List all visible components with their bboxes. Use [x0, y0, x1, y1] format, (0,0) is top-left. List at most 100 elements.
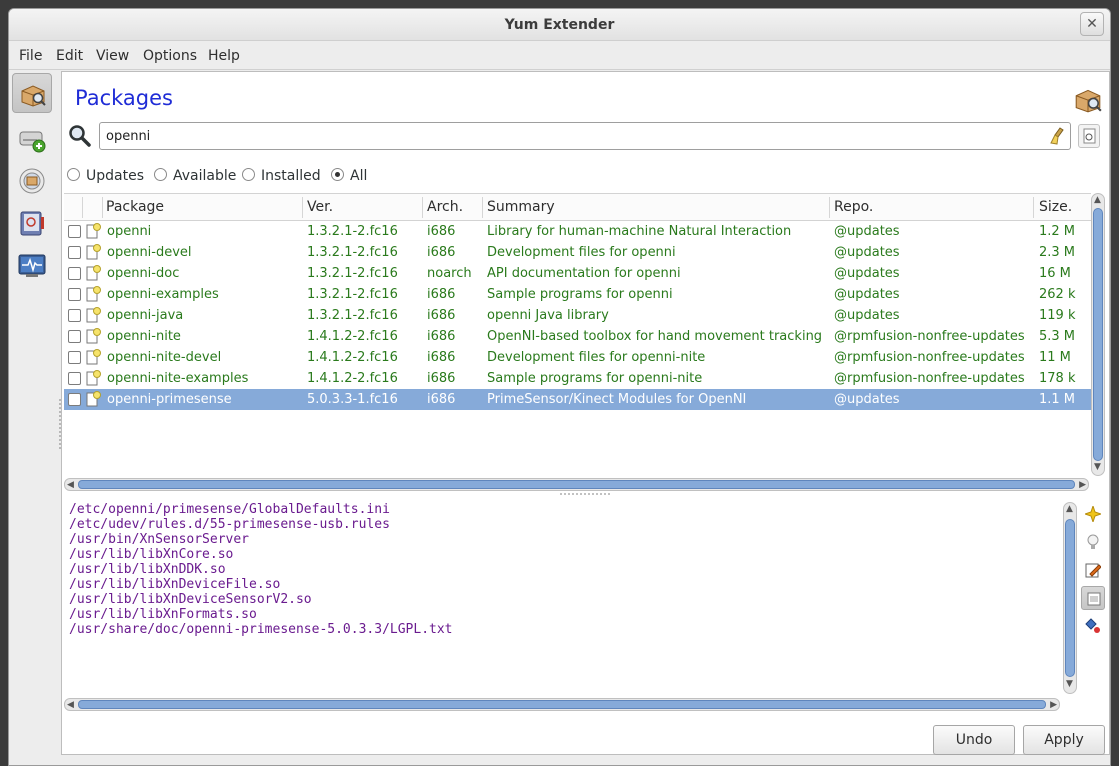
package-table-vscrollbar[interactable]: ▲ ▼ [1091, 193, 1105, 476]
column-repo[interactable]: Repo. [834, 199, 873, 215]
column-size[interactable]: Size. [1039, 199, 1072, 215]
changelog-icon [1085, 563, 1101, 578]
row-checkbox[interactable] [68, 330, 81, 343]
scroll-right-icon[interactable]: ▶ [1079, 480, 1086, 490]
cell-size: 1.2 M [1039, 224, 1076, 239]
menu-view[interactable]: View [96, 48, 129, 64]
scrollbar-thumb[interactable] [78, 700, 1046, 709]
cell-package: openni-devel [107, 245, 192, 260]
column-version[interactable]: Ver. [307, 199, 333, 215]
title-bar[interactable]: Yum Extender ✕ [9, 9, 1110, 41]
cell-summary: Development files for openni-nite [487, 350, 706, 365]
scrollbar-thumb[interactable] [1093, 208, 1103, 461]
table-row[interactable]: openni-nite-examples 1.4.1.2-2.fc16 i686 Sa… [64, 368, 1091, 389]
cell-summary: API documentation for openni [487, 266, 681, 281]
table-row[interactable]: openni-devel 1.3.2.1-2.fc16 i686 Developmen… [64, 242, 1091, 263]
scroll-up-icon[interactable]: ▲ [1094, 195, 1101, 205]
cell-summary: Sample programs for openni [487, 287, 673, 302]
cell-size: 1.1 M [1039, 392, 1076, 407]
search-options-button[interactable] [1078, 124, 1100, 148]
cell-repo: @rpmfusion-nonfree-updates [834, 371, 1025, 386]
table-header: Package Ver. Arch. Summary Repo. Size. [64, 194, 1091, 221]
cell-arch: i686 [427, 329, 456, 344]
undo-button[interactable]: Undo [933, 725, 1015, 755]
file-path: /usr/bin/XnSensorServer [69, 532, 250, 547]
table-row[interactable]: openni 1.3.2.1-2.fc16 i686 Library for huma… [64, 221, 1091, 242]
updateinfo-button[interactable] [1081, 530, 1105, 554]
apply-button[interactable]: Apply [1023, 725, 1105, 755]
sidebar-groups-button[interactable] [12, 161, 52, 201]
row-checkbox[interactable] [68, 267, 81, 280]
scroll-left-icon[interactable]: ◀ [67, 700, 74, 710]
filelist-button[interactable] [1081, 586, 1105, 610]
scroll-down-icon[interactable]: ▼ [1094, 462, 1101, 472]
cell-repo: @updates [834, 287, 900, 302]
filter-available-radio[interactable]: Available [154, 168, 236, 184]
file-list-hscrollbar[interactable]: ◀ ▶ [64, 698, 1060, 711]
table-row[interactable]: openni-primesense 5.0.3.3-1.fc16 i686 Prime… [64, 389, 1091, 410]
cell-size: 5.3 M [1039, 329, 1076, 344]
scrollbar-thumb[interactable] [78, 480, 1075, 489]
cell-size: 262 k [1039, 287, 1076, 302]
cell-arch: i686 [427, 245, 456, 260]
cell-version: 5.0.3.3-1.fc16 [307, 392, 398, 407]
cell-arch: i686 [427, 308, 456, 323]
row-checkbox[interactable] [68, 372, 81, 385]
column-package[interactable]: Package [106, 199, 164, 215]
menu-file[interactable]: File [19, 48, 42, 64]
table-row[interactable]: openni-java 1.3.2.1-2.fc16 i686 openni Java… [64, 305, 1091, 326]
file-path: /etc/udev/rules.d/55-primesense-usb.rule… [69, 517, 390, 532]
table-row[interactable]: openni-nite-devel 1.4.1.2-2.fc16 i686 Devel… [64, 347, 1091, 368]
filter-all-radio[interactable]: All [331, 168, 367, 184]
column-arch[interactable]: Arch. [427, 199, 463, 215]
column-summary[interactable]: Summary [487, 199, 555, 215]
menu-edit[interactable]: Edit [56, 48, 83, 64]
table-row[interactable]: openni-doc 1.3.2.1-2.fc16 noarch API docume… [64, 263, 1091, 284]
scroll-up-icon[interactable]: ▲ [1066, 504, 1073, 514]
close-button[interactable]: ✕ [1080, 12, 1104, 36]
file-path: /usr/share/doc/openni-primesense-5.0.3.3… [69, 622, 453, 637]
filelist-icon [1087, 592, 1101, 606]
row-checkbox[interactable] [68, 288, 81, 301]
file-list-vscrollbar[interactable]: ▲ ▼ [1063, 502, 1077, 694]
cell-repo: @updates [834, 308, 900, 323]
menu-help[interactable]: Help [208, 48, 240, 64]
sidebar-history-button[interactable] [12, 203, 52, 243]
row-checkbox[interactable] [68, 225, 81, 238]
cell-size: 16 M [1039, 266, 1071, 281]
search-icon [69, 125, 91, 147]
sidebar-packages-button[interactable] [12, 73, 52, 113]
cell-package: openni-nite-devel [107, 350, 222, 365]
dependencies-button[interactable] [1081, 614, 1105, 638]
cell-summary: OpenNI-based toolbox for hand movement t… [487, 329, 823, 344]
row-checkbox[interactable] [68, 246, 81, 259]
updateinfo-icon [1087, 534, 1099, 549]
row-checkbox[interactable] [68, 393, 81, 406]
row-checkbox[interactable] [68, 309, 81, 322]
sidebar-output-button[interactable] [12, 245, 52, 285]
row-checkbox[interactable] [68, 351, 81, 364]
scroll-right-icon[interactable]: ▶ [1050, 700, 1057, 710]
scrollbar-thumb[interactable] [1065, 519, 1075, 677]
description-button[interactable] [1081, 502, 1105, 526]
package-table-hscrollbar[interactable]: ◀ ▶ [64, 478, 1089, 491]
groups-icon [19, 168, 45, 194]
cell-size: 11 M [1039, 350, 1071, 365]
sidebar-repositories-button[interactable] [12, 119, 52, 159]
pane-resize-grip[interactable] [560, 493, 610, 499]
filter-installed-radio[interactable]: Installed [242, 168, 321, 184]
scroll-down-icon[interactable]: ▼ [1066, 679, 1073, 689]
search-options-icon [1083, 128, 1096, 144]
table-row[interactable]: openni-examples 1.3.2.1-2.fc16 i686 Sample … [64, 284, 1091, 305]
filter-updates-radio[interactable]: Updates [67, 168, 144, 184]
info-view-toolbar [1081, 502, 1107, 642]
scroll-left-icon[interactable]: ◀ [67, 480, 74, 490]
main-window: Yum Extender ✕ File Edit View Options He… [8, 8, 1111, 766]
changelog-button[interactable] [1081, 558, 1105, 582]
clear-search-icon[interactable] [1048, 126, 1066, 146]
dependencies-icon [1085, 618, 1100, 633]
table-row[interactable]: openni-nite 1.4.1.2-2.fc16 i686 OpenNI-base… [64, 326, 1091, 347]
search-input[interactable] [99, 122, 1071, 150]
cell-summary: Development files for openni [487, 245, 676, 260]
menu-options[interactable]: Options [143, 48, 197, 64]
